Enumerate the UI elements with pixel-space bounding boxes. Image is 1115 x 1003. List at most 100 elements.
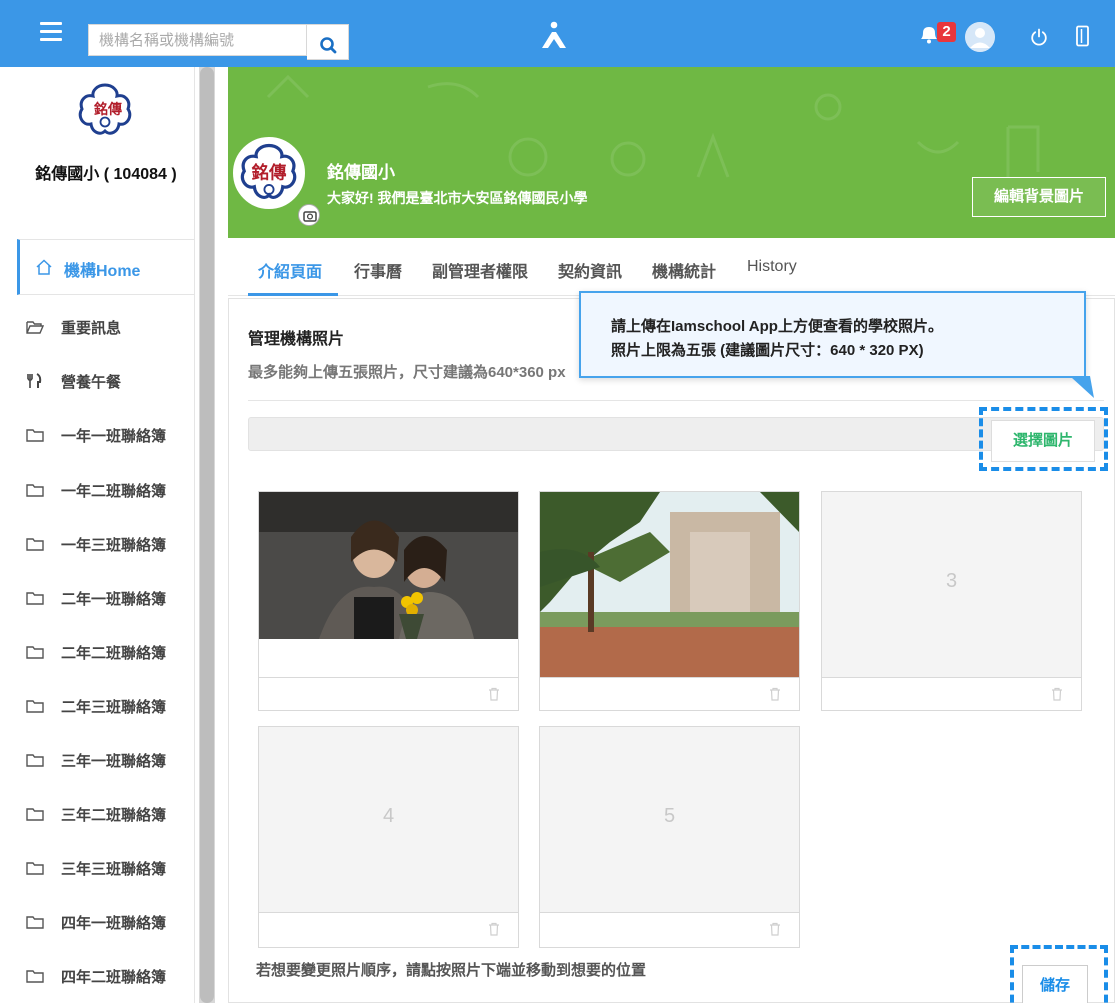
divider [248, 400, 1104, 401]
menu-icon[interactable] [40, 22, 62, 42]
user-icon [965, 22, 995, 52]
sidebar-item-label: 一年二班聯絡簿 [61, 483, 167, 500]
folder-icon [26, 484, 44, 497]
photo-slot-footer[interactable] [259, 677, 518, 710]
sidebar-item-class[interactable]: 二年二班聯絡簿 [17, 632, 194, 672]
school-avatar[interactable]: 銘 傳 [233, 137, 305, 209]
folder-icon [26, 538, 44, 551]
sidebar-item-class[interactable]: 一年三班聯絡簿 [17, 524, 194, 564]
sidebar-item-label: 二年二班聯絡簿 [61, 645, 167, 662]
photo-thumbnail [259, 492, 518, 677]
slot-number: 5 [663, 805, 676, 827]
sidebar-item-lunch[interactable]: 營養午餐 [17, 361, 194, 401]
sidebar-item-label: 營養午餐 [61, 374, 122, 391]
photo-slot-footer[interactable] [822, 677, 1081, 710]
trash-icon[interactable] [488, 687, 500, 701]
upload-tooltip: 請上傳在Iamschool App上方便查看的學校照片。 照片上限為五張 (建議… [579, 291, 1086, 378]
folder-icon [26, 700, 44, 713]
sidebar-item-home[interactable]: 機構Home [17, 239, 194, 295]
sidebar-item-label: 三年二班聯絡簿 [61, 807, 167, 824]
slot-number: 3 [945, 570, 958, 592]
school-name: 銘傳國小 ( 104084 ) [35, 166, 177, 183]
sidebar-scrollbar[interactable] [199, 67, 215, 1003]
profile-banner: 銘 傳 銘傳國小 大家好! 我們是臺北市大安區銘傳國民小學 編輯背景圖片 [228, 67, 1115, 238]
photo-slot-footer[interactable] [540, 677, 799, 710]
logo-char: 傳 [268, 163, 287, 184]
sidebar: 銘 傳 銘傳國小 ( 104084 ) 機構Home 重要訊息 營養午餐 一年一… [17, 67, 195, 1003]
sidebar-item-label: 二年一班聯絡簿 [61, 591, 167, 608]
reorder-hint: 若想要變更照片順序，請點按照片下端並移動到想要的位置 [256, 962, 647, 979]
banner-title: 銘傳國小 [327, 163, 395, 182]
folder-open-icon [26, 321, 44, 334]
trash-icon[interactable] [1051, 687, 1063, 701]
sidebar-item-label: 機構Home [64, 263, 141, 280]
photo-slot[interactable] [539, 491, 800, 711]
photo-slot[interactable]: 3 [821, 491, 1082, 711]
school-logo: 銘 傳 [78, 83, 132, 135]
sidebar-item-class[interactable]: 一年二班聯絡簿 [17, 470, 194, 510]
sidebar-item-label: 四年一班聯絡簿 [61, 915, 167, 932]
highlight-frame [979, 407, 1108, 471]
notification-badge: 2 [937, 22, 956, 42]
photo-thumbnail [540, 492, 799, 677]
logo-char: 傳 [107, 101, 122, 118]
trash-icon[interactable] [769, 922, 781, 936]
scrollbar-thumb[interactable] [200, 67, 214, 1003]
search-input[interactable] [89, 25, 306, 55]
trash-icon[interactable] [769, 687, 781, 701]
folder-icon [26, 970, 44, 983]
search-button[interactable] [307, 24, 349, 60]
sidebar-item-label: 三年一班聯絡簿 [61, 753, 167, 770]
tooltip-arrow [1070, 376, 1094, 398]
tab-statistics[interactable]: 機構統計 [652, 258, 716, 282]
sidebar-item-class[interactable]: 四年二班聯絡簿 [17, 956, 194, 996]
photo-slot-footer[interactable] [540, 912, 799, 945]
folder-icon [26, 862, 44, 875]
tab-admins[interactable]: 副管理者權限 [432, 258, 528, 282]
tab-calendar[interactable]: 行事曆 [354, 258, 402, 282]
folder-icon [26, 754, 44, 767]
top-bar: 2 [0, 0, 1115, 67]
tab-intro[interactable]: 介紹頁面 [258, 258, 322, 282]
sidebar-item-label: 二年三班聯絡簿 [61, 699, 167, 716]
tab-history[interactable]: History [747, 258, 797, 276]
sidebar-item-class[interactable]: 二年一班聯絡簿 [17, 578, 194, 618]
folder-icon [26, 592, 44, 605]
home-icon [36, 259, 52, 275]
sidebar-item-class[interactable]: 三年二班聯絡簿 [17, 794, 194, 834]
photo-slot[interactable] [258, 491, 519, 711]
tooltip-line: 照片上限為五張 (建議圖片尺寸：640 * 320 PX) [611, 342, 924, 359]
utensils-icon [27, 373, 42, 388]
file-input-bar[interactable] [248, 417, 1104, 451]
photo-slot[interactable]: 5 [539, 726, 800, 948]
section-title: 管理機構照片 [248, 331, 345, 348]
slot-number: 4 [382, 805, 395, 827]
edit-background-button[interactable]: 編輯背景圖片 [972, 177, 1106, 217]
sidebar-item-label: 重要訊息 [61, 320, 122, 337]
sidebar-item-class[interactable]: 三年一班聯絡簿 [17, 740, 194, 780]
photo-slot[interactable]: 4 [258, 726, 519, 948]
camera-icon[interactable] [298, 204, 320, 226]
photo-slot-footer[interactable] [259, 912, 518, 945]
sidebar-item-class[interactable]: 一年一班聯絡簿 [17, 415, 194, 455]
section-subtitle: 最多能夠上傳五張照片，尺寸建議為640*360 px [248, 364, 566, 381]
sidebar-item-announcements[interactable]: 重要訊息 [17, 307, 194, 347]
sidebar-item-label: 四年二班聯絡簿 [61, 969, 167, 986]
photo-manager-card: 管理機構照片 最多能夠上傳五張照片，尺寸建議為640*360 px 選擇圖片 3… [228, 298, 1115, 1003]
folder-icon [26, 646, 44, 659]
sidebar-item-class[interactable]: 三年三班聯絡簿 [17, 848, 194, 888]
logo-char: 銘 [94, 101, 108, 118]
tab-contract[interactable]: 契約資訊 [558, 258, 622, 282]
exit-icon[interactable] [1075, 25, 1091, 47]
trash-icon[interactable] [488, 922, 500, 936]
sidebar-item-class[interactable]: 二年三班聯絡簿 [17, 686, 194, 726]
tooltip-line: 請上傳在Iamschool App上方便查看的學校照片。 [611, 318, 943, 335]
active-tab-indicator [248, 293, 338, 296]
sidebar-item-label: 一年三班聯絡簿 [61, 537, 167, 554]
sidebar-item-class[interactable]: 四年一班聯絡簿 [17, 902, 194, 942]
app-logo-icon[interactable] [540, 20, 568, 50]
power-icon[interactable] [1030, 28, 1048, 46]
user-avatar[interactable] [965, 22, 995, 52]
banner-subtitle: 大家好! 我們是臺北市大安區銘傳國民小學 [327, 190, 588, 206]
tab-bar: 介紹頁面 行事曆 副管理者權限 契約資訊 機構統計 History [228, 238, 1115, 296]
